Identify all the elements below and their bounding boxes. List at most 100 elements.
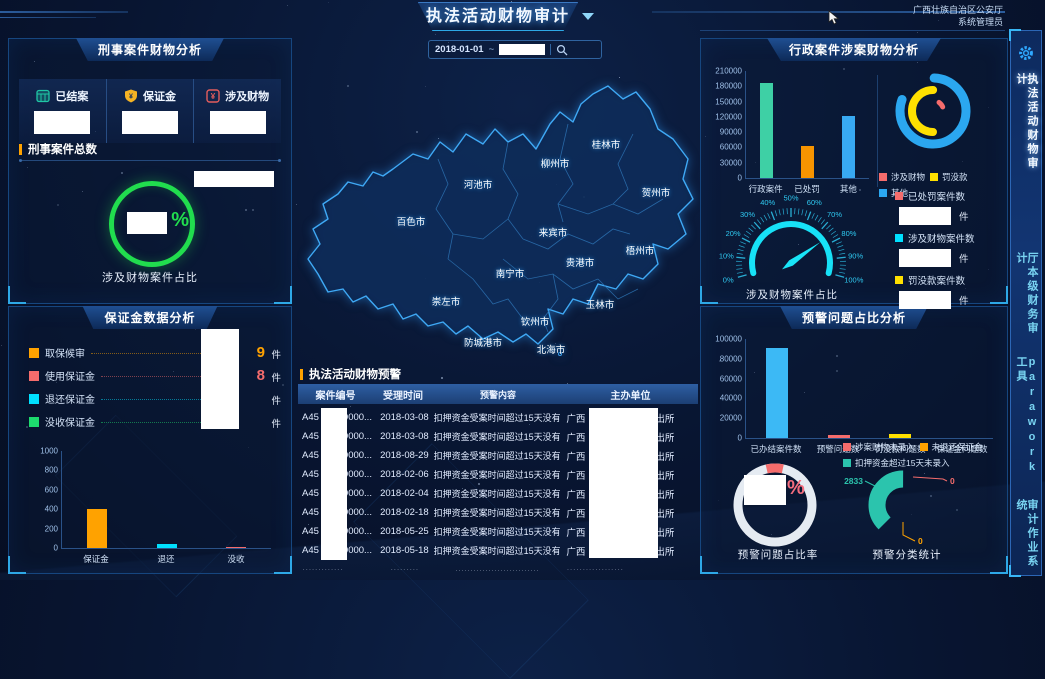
legend-swatch — [843, 443, 851, 451]
unit-label: 件 — [271, 347, 281, 361]
panel-admin-title: 行政案件涉案财物分析 — [767, 38, 941, 61]
column-header: 受理时间 — [373, 387, 433, 402]
leader-line — [101, 398, 203, 400]
city-label-来宾市: 来宾市 — [539, 225, 568, 239]
criminal-stats-row: 已结案¥保证金¥涉及财物 — [19, 79, 281, 143]
city-label-贺州市: 贺州市 — [642, 185, 671, 199]
panel-admin-case-analysis: 行政案件涉案财物分析 03000060000900001200001500001… — [700, 38, 1008, 304]
svg-text:¥: ¥ — [129, 94, 133, 101]
axis-tick: 180000 — [715, 82, 742, 91]
warnings-table-title: 执法活动财物预警 — [309, 366, 401, 382]
bar-行政案件 — [760, 83, 773, 178]
redacted-value — [321, 408, 347, 560]
axis-tick: 0 — [54, 544, 58, 553]
panel-warning-title: 预警问题占比分析 — [780, 306, 928, 329]
svg-text:90%: 90% — [848, 252, 863, 261]
stat-涉及财物: ¥涉及财物 — [193, 79, 281, 143]
legend-swatch — [930, 173, 938, 181]
legend-label: 罚没款 — [942, 171, 968, 183]
panel-warning-ratio-analysis: 预警问题占比分析 020000400006000080000100000已办结案… — [700, 306, 1008, 574]
sidebar-item-1[interactable]: 执法活动财物审计 — [1015, 73, 1037, 174]
category-label: 没收 — [201, 553, 271, 565]
gauge-caption: 涉及财物案件占比 — [717, 287, 867, 302]
gauge-legend-label: 罚没款案件数 — [895, 273, 1003, 287]
city-label-柳州市: 柳州市 — [541, 156, 570, 170]
redacted-value — [127, 212, 167, 234]
column-header: 主办单位 — [563, 387, 698, 402]
section-divider — [19, 160, 281, 161]
legend-swatch — [29, 417, 39, 427]
sidebar-item-3[interactable]: parawork工具 — [1015, 356, 1037, 489]
svg-text:60%: 60% — [807, 198, 822, 207]
criminal-donut-caption: 涉及财物案件占比 — [9, 269, 291, 285]
axis-tick: 90000 — [720, 128, 742, 137]
svg-text:70%: 70% — [827, 210, 842, 219]
panel-bail-analysis: 保证金数据分析 取保候审9件使用保证金8件退还保证金件没收保证金件 020040… — [8, 306, 292, 574]
axis-tick: 40000 — [720, 394, 742, 403]
mouse-cursor — [828, 10, 842, 26]
section-marker — [300, 369, 303, 380]
bar-已处罚 — [801, 146, 814, 178]
class-donut-zero: 0 — [950, 476, 955, 486]
legend-item: 涉案财物未录入 — [843, 441, 915, 453]
redacted-value — [589, 408, 658, 558]
legend-label: 使用保证金 — [45, 368, 95, 383]
svg-text:30%: 30% — [740, 210, 755, 219]
warnings-table-header: 执法活动财物预警 — [300, 366, 401, 382]
warning-ratio-donut — [729, 459, 821, 551]
axis-tick: 150000 — [715, 97, 742, 106]
legend-item: 涉及财物 — [879, 171, 925, 183]
legend-label: 未退还保证金 — [932, 441, 983, 453]
redacted-value — [499, 44, 545, 55]
user-info: 广西壮族自治区公安厅 系统管理员 — [913, 4, 1003, 28]
legend-swatch — [895, 192, 903, 200]
axis-tick: 400 — [45, 505, 58, 514]
title-dropdown-caret[interactable] — [582, 13, 594, 20]
admin-ring-chart — [881, 63, 1005, 167]
divider — [877, 75, 878, 187]
bar-退还 — [157, 544, 177, 548]
stat-label: 已结案 — [55, 88, 88, 104]
redacted-value — [899, 207, 951, 225]
svg-text:50%: 50% — [783, 194, 798, 203]
date-start-field[interactable]: 2018-01-01 — [435, 44, 484, 55]
header-deco-line — [0, 11, 128, 13]
gauge-legend-label: 已处罚案件数 — [895, 189, 1003, 203]
axis-tick: 30000 — [720, 158, 742, 167]
legend-label: 取保候审 — [45, 345, 85, 360]
section-marker — [19, 144, 22, 155]
class-donut-value: 2833 — [844, 476, 863, 486]
warning-bar-chart: 020000400006000080000100000已办结案件数预警问题数罚没… — [707, 335, 999, 455]
axis-tick: 60000 — [720, 374, 742, 383]
panel-criminal-title: 刑事案件财物分析 — [76, 38, 224, 61]
axis-tick: 120000 — [715, 112, 742, 121]
bail-legend-row: 退还保证金件 — [29, 387, 281, 410]
guangxi-map[interactable]: 河池市桂林市柳州市贺州市百色市来宾市梧州市贵港市南宁市崇左市玉林市钦州市防城港市… — [298, 64, 698, 364]
category-label: 已办结案件数 — [745, 443, 807, 455]
bail-bar-chart: 02004006008001000保证金退还没收 — [23, 447, 277, 565]
admin-bar-chart: 0300006000090000120000150000180000210000… — [707, 67, 875, 195]
sidebar-item-4[interactable]: 审计作业系统 — [1015, 499, 1037, 575]
city-label-钦州市: 钦州市 — [521, 314, 550, 328]
bar-预警问题数 — [828, 435, 850, 438]
redacted-value — [194, 171, 274, 187]
map-outline — [308, 86, 693, 344]
city-label-河池市: 河池市 — [464, 177, 493, 191]
city-label-玉林市: 玉林市 — [586, 297, 615, 311]
sidebar-item-2[interactable]: 厅本级财务审计 — [1015, 252, 1037, 340]
legend-label: 退还保证金 — [45, 391, 95, 406]
city-label-百色市: 百色市 — [397, 214, 426, 228]
unit-label: 件 — [271, 370, 281, 384]
axis-tick: 210000 — [715, 67, 742, 76]
svg-text:¥: ¥ — [211, 92, 216, 101]
redacted-value — [122, 111, 178, 134]
gear-icon[interactable] — [1017, 45, 1035, 61]
leader-line — [91, 352, 203, 354]
bar-其他 — [842, 116, 855, 178]
legend-swatch — [895, 276, 903, 284]
search-icon[interactable] — [556, 44, 568, 56]
category-label: 退还 — [131, 553, 201, 565]
map-canvas — [298, 64, 698, 364]
legend-label: 涉及财物 — [891, 171, 925, 183]
legend-swatch — [29, 371, 39, 381]
